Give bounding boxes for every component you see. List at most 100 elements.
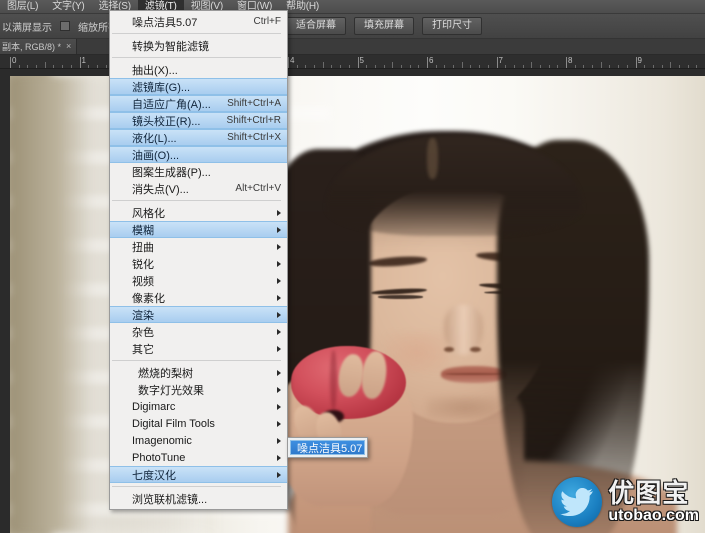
filter-menu-item-2[interactable]: 转换为智能滤镜 (110, 37, 287, 54)
filter-menu-item-shortcut: Shift+Ctrl+R (226, 115, 281, 126)
submenu-item-noiseware[interactable]: 噪点洁具5.07 (290, 440, 365, 455)
ruler-tick-minor (435, 65, 437, 68)
ruler-tick-minor (409, 65, 411, 68)
ruler-tick-minor (644, 65, 646, 68)
filter-menu-item-label: PhotoTune (132, 451, 186, 464)
ruler-tick-minor (444, 65, 446, 68)
filter-menu-item-23[interactable]: 燃烧的梨树 (110, 364, 287, 381)
ruler-number: 8 (568, 56, 573, 65)
chevron-right-icon (277, 277, 281, 284)
ruler-tick-minor (53, 65, 55, 68)
filter-menu-item-shortcut: Ctrl+F (253, 16, 282, 27)
fill-screen-button[interactable]: 填充屏幕 (354, 17, 414, 35)
menu-separator (112, 33, 281, 34)
filter-menu-item-label: 镜头校正(R)... (132, 115, 201, 128)
ruler-tick-minor (531, 62, 533, 68)
chevron-right-icon (277, 437, 281, 444)
chevron-right-icon (277, 345, 281, 352)
ruler-tick-minor (453, 65, 455, 68)
filter-menu-item-6[interactable]: 自适应广角(A)... Shift+Ctrl+A (110, 95, 287, 112)
filter-menu-item-label: Imagenomic (132, 434, 192, 447)
filter-menu-item-10[interactable]: 图案生成器(P)... (110, 163, 287, 180)
zoom-all-checkbox[interactable] (60, 21, 70, 31)
filter-menu-item-label: 七度汉化 (132, 469, 176, 482)
filter-menu-item-label: 液化(L)... (132, 132, 177, 145)
filter-menu-item-label: 杂色 (132, 326, 154, 339)
filter-menu-item-13[interactable]: 风格化 (110, 204, 287, 221)
menubar-item-0[interactable]: 图层(L) (0, 0, 45, 14)
chevron-right-icon (277, 369, 281, 376)
filter-menu-item-label: 油画(O)... (132, 149, 180, 162)
menubar-item-1[interactable]: 文字(Y) (45, 0, 91, 14)
filter-menu-item-15[interactable]: 扭曲 (110, 238, 287, 255)
canvas-area[interactable] (0, 69, 705, 533)
filter-menu-item-26[interactable]: Digital Film Tools (110, 415, 287, 432)
chevron-right-icon (277, 226, 281, 233)
filter-menu-item-label: Digital Film Tools (132, 417, 215, 430)
filter-menu-item-11[interactable]: 消失点(V)... Alt+Ctrl+V (110, 180, 287, 197)
ruler-tick-minor (96, 65, 98, 68)
document-tab-label: 副本, RGB/8) * (2, 41, 62, 52)
ruler-tick-major (79, 57, 81, 68)
document-tab[interactable]: 副本, RGB/8) * × (0, 38, 78, 54)
ruler-tick-minor (652, 65, 654, 68)
filter-menu-item-9[interactable]: 油画(O)... (110, 146, 287, 163)
filter-menu-item-label: 消失点(V)... (132, 183, 189, 196)
filter-menu-item-0[interactable]: 噪点洁具5.07 Ctrl+F (110, 13, 287, 30)
filter-menu-item-16[interactable]: 锐化 (110, 255, 287, 272)
ruler-tick-minor (513, 65, 515, 68)
filter-menu-item-shortcut: Shift+Ctrl+X (227, 132, 281, 143)
ruler-tick-minor (626, 65, 628, 68)
menu-separator (112, 486, 281, 487)
filter-menu-item-28[interactable]: PhotoTune (110, 449, 287, 466)
ruler-number: 9 (637, 56, 642, 65)
ruler-tick-minor (539, 65, 541, 68)
hair-part (427, 137, 439, 179)
fit-screen-button[interactable]: 适合屏幕 (286, 17, 346, 35)
ruler-tick-minor (583, 65, 585, 68)
filter-menu-item-14[interactable]: 模糊 (110, 221, 287, 238)
filter-menu-item-shortcut: Shift+Ctrl+A (227, 98, 281, 109)
ruler-tick-minor (314, 65, 316, 68)
filter-submenu[interactable]: 噪点洁具5.07 (287, 437, 368, 458)
ruler-tick-minor (661, 65, 663, 68)
submenu-item-label: 噪点洁具5.07 (297, 442, 363, 455)
filter-menu-item-19[interactable]: 渲染 (110, 306, 287, 323)
filter-menu-item-24[interactable]: 数字灯光效果 (110, 381, 287, 398)
ruler-tick-minor (678, 65, 680, 68)
eyelash-left (378, 295, 423, 299)
filter-menu-item-5[interactable]: 滤镜库(G)... (110, 78, 287, 95)
filter-menu-item-31[interactable]: 浏览联机滤镜... (110, 490, 287, 507)
filter-menu-item-label: Digimarc (132, 400, 176, 413)
filter-menu-item-label: 转换为智能滤镜 (132, 40, 209, 53)
close-icon[interactable]: × (66, 41, 71, 51)
ruler-tick-minor (618, 65, 620, 68)
filter-menu-item-8[interactable]: 液化(L)... Shift+Ctrl+X (110, 129, 287, 146)
chevron-right-icon (277, 243, 281, 250)
filter-dropdown-menu[interactable]: 噪点洁具5.07 Ctrl+F 转换为智能滤镜 抽出(X)... 滤镜库(G)... 自适… (109, 10, 288, 510)
ruler-tick-major (635, 57, 637, 68)
ruler-tick-minor (331, 65, 333, 68)
filter-menu-item-label: 风格化 (132, 207, 165, 220)
filter-menu-item-27[interactable]: Imagenomic (110, 432, 287, 449)
ruler-tick-minor (296, 65, 298, 68)
ruler-tick-minor (27, 65, 29, 68)
filter-menu-item-label: 抽出(X)... (132, 64, 178, 77)
filter-menu-item-29[interactable]: 七度汉化 (110, 466, 287, 483)
filter-menu-item-20[interactable]: 杂色 (110, 323, 287, 340)
filter-menu-item-7[interactable]: 镜头校正(R)... Shift+Ctrl+R (110, 112, 287, 129)
menu-separator (112, 57, 281, 58)
ruler-tick-minor (696, 65, 698, 68)
filter-menu-item-17[interactable]: 视频 (110, 272, 287, 289)
filter-menu-item-4[interactable]: 抽出(X)... (110, 61, 287, 78)
ruler-tick-minor (557, 65, 559, 68)
filter-menu-item-21[interactable]: 其它 (110, 340, 287, 357)
print-size-button[interactable]: 打印尺寸 (422, 17, 482, 35)
photoshop-window: 图层(L) 文字(Y) 选择(S) 滤镜(T) 视图(V) 窗口(W) 帮助(H) 以满屏显… (0, 0, 705, 533)
filter-menu-item-25[interactable]: Digimarc (110, 398, 287, 415)
ruler-tick-minor (479, 65, 481, 68)
filter-menu-item-label: 图案生成器(P)... (132, 166, 211, 179)
peach-crease (329, 350, 337, 410)
chevron-right-icon (277, 403, 281, 410)
filter-menu-item-18[interactable]: 像素化 (110, 289, 287, 306)
